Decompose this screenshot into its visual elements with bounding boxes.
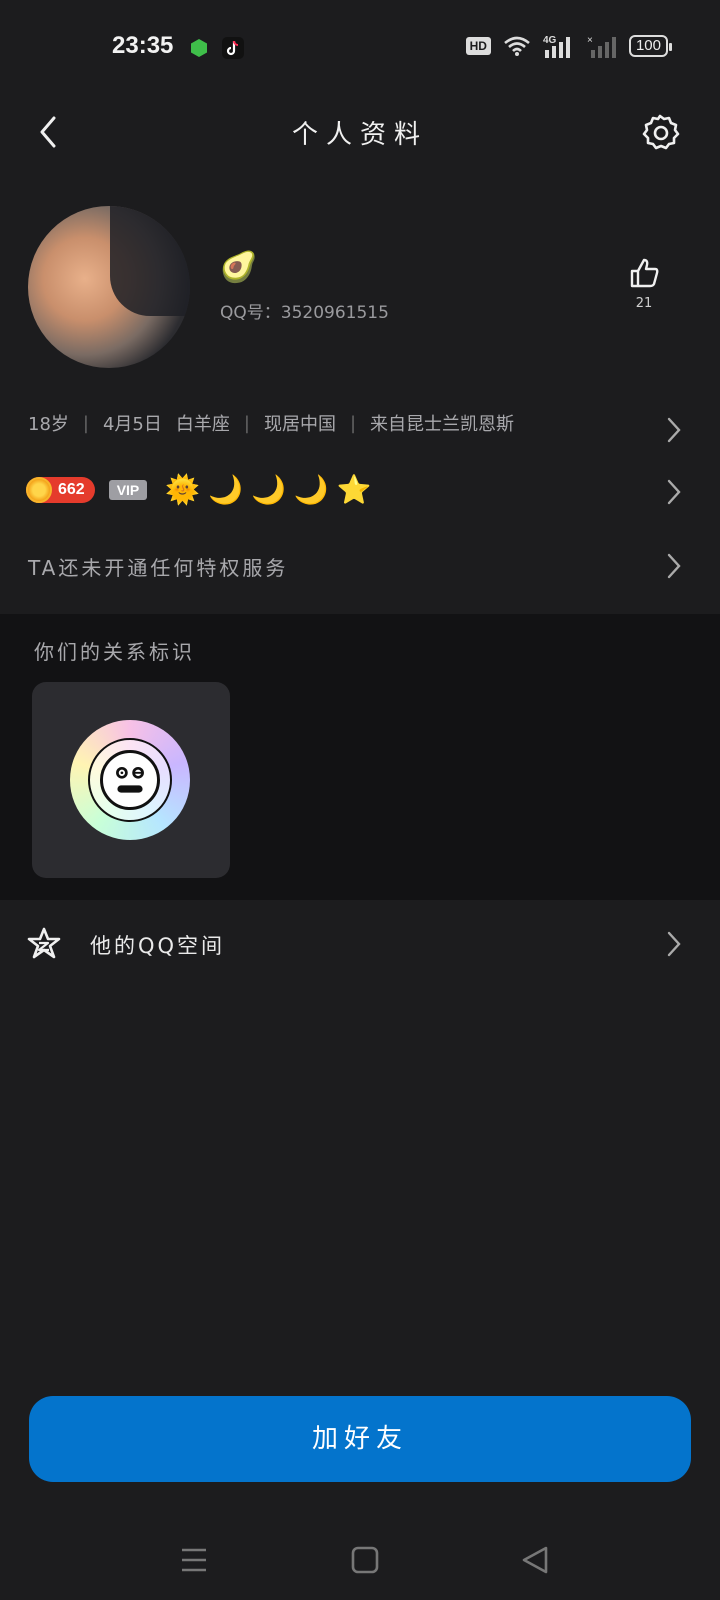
- qq-number: QQ号：3520961515: [220, 303, 389, 323]
- settings-gear-icon[interactable]: [640, 112, 680, 152]
- profile-info-row[interactable]: 18岁 | 4月5日 白羊座 | 现居中国 | 来自昆士兰凯恩斯: [28, 410, 514, 436]
- location: 现居中国: [263, 414, 336, 435]
- page-title: 个人资料: [291, 120, 428, 150]
- qzone-label: 他的QQ空间: [90, 934, 226, 958]
- chevron-right-icon[interactable]: [664, 416, 684, 444]
- moon-icon: 🌙: [293, 473, 329, 506]
- relation-section: 你们的关系标识: [0, 614, 720, 900]
- level-value: 662: [58, 481, 85, 498]
- relation-badge-card[interactable]: [32, 682, 230, 878]
- like-count: 21: [635, 296, 653, 311]
- menu-icon[interactable]: [174, 1542, 214, 1578]
- sun-icon: 🌞: [165, 473, 201, 506]
- face-icon: [100, 750, 160, 810]
- svg-text:×: ×: [587, 35, 593, 46]
- coin-icon: [26, 477, 52, 503]
- birthday: 4月5日: [102, 414, 162, 435]
- status-icons: HD 4G × 100: [465, 34, 673, 58]
- vip-badge: VIP: [108, 480, 148, 500]
- svg-text:4G: 4G: [543, 35, 557, 46]
- relation-emblem-icon: [70, 720, 190, 840]
- chevron-right-icon[interactable]: [664, 478, 684, 506]
- avatar[interactable]: [28, 206, 190, 368]
- like-button[interactable]: 21: [624, 256, 664, 311]
- tiktok-icon: [222, 37, 244, 59]
- divider: |: [82, 412, 89, 434]
- hometown: 来自昆士兰凯恩斯: [370, 414, 515, 435]
- status-time: 23:35: [112, 32, 174, 59]
- status-bar: 23:35 HD 4G × 100: [0, 0, 720, 96]
- moon-icon: 🌙: [208, 473, 244, 506]
- chevron-right-icon[interactable]: [664, 552, 684, 580]
- home-square-icon[interactable]: [345, 1542, 385, 1578]
- age: 18岁: [28, 414, 69, 435]
- nickname: 🥑: [220, 250, 258, 285]
- relation-title: 你们的关系标识: [34, 640, 195, 664]
- add-friend-button[interactable]: 加好友: [29, 1396, 691, 1482]
- zodiac: 白羊座: [175, 414, 230, 435]
- header: 个人资料: [0, 96, 720, 176]
- back-triangle-icon[interactable]: [516, 1542, 556, 1578]
- divider: |: [349, 412, 357, 434]
- hd-icon: HD: [465, 37, 491, 55]
- cell-signal-secondary-icon: ×: [587, 35, 616, 58]
- qzone-star-icon: [27, 927, 61, 959]
- moon-icon: 🌙: [251, 473, 286, 506]
- qzone-row[interactable]: 他的QQ空间: [0, 900, 720, 990]
- level-badge: 662: [26, 477, 95, 503]
- divider: |: [243, 412, 250, 434]
- wifi-icon: [504, 36, 530, 56]
- app-notification-icon: [191, 39, 207, 57]
- chevron-right-icon[interactable]: [664, 930, 684, 958]
- level-badge-row[interactable]: 662 VIP 🌞 🌙 🌙 🌙 ⭐: [26, 476, 372, 504]
- cell-signal-icon: 4G: [543, 35, 570, 58]
- battery-icon: 100: [628, 35, 673, 57]
- thumbs-up-icon: [630, 258, 659, 288]
- system-nav-bar: [0, 1520, 720, 1600]
- privilege-status[interactable]: TA还未开通任何特权服务: [28, 552, 288, 581]
- star-icon: ⭐: [336, 473, 372, 506]
